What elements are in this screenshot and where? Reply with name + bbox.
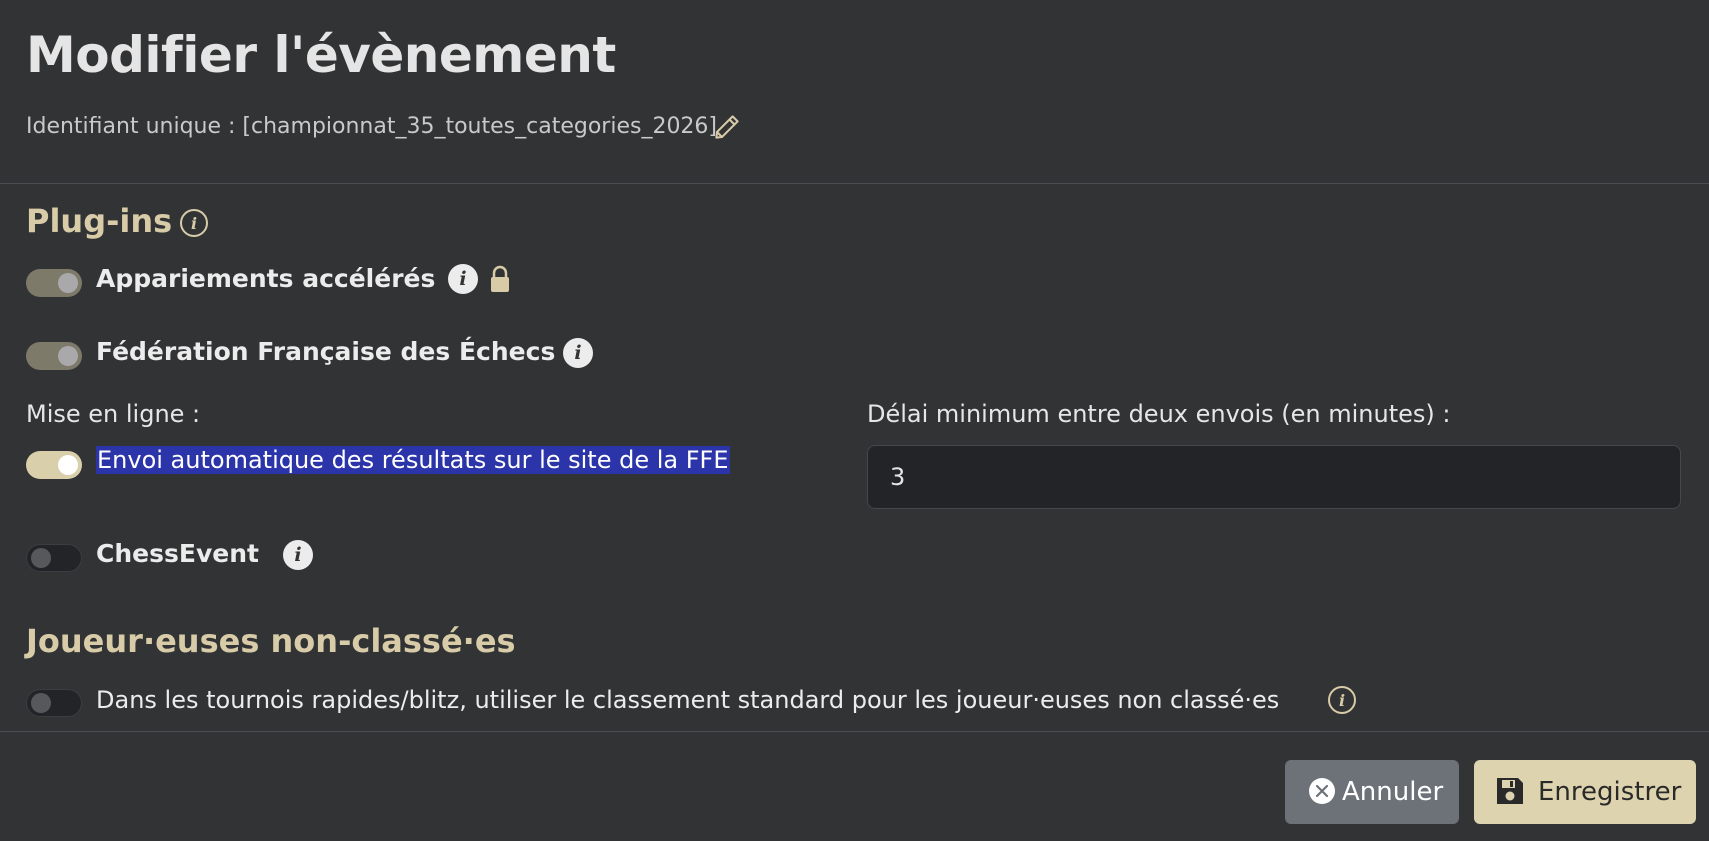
plugins-section-title: Plug-ins — [26, 202, 173, 240]
pencil-icon[interactable] — [712, 112, 742, 142]
chessevent-info-icon[interactable]: i — [283, 540, 313, 570]
toggle-knob — [31, 548, 51, 568]
save-button[interactable]: Enregistrer — [1474, 760, 1696, 824]
cancel-button-label: Annuler — [1342, 777, 1444, 807]
unrated-standard-rating-toggle[interactable] — [26, 689, 82, 717]
toggle-knob — [31, 693, 51, 713]
unrated-section-title: Joueur·euses non-classé·es — [26, 622, 516, 660]
plugins-info-icon[interactable]: i — [179, 208, 209, 238]
ffe-info-icon[interactable]: i — [563, 338, 593, 368]
auto-send-toggle[interactable] — [26, 451, 82, 479]
page-title: Modifier l'évènement — [26, 26, 616, 84]
upload-label: Mise en ligne : — [26, 400, 201, 428]
delay-label: Délai minimum entre deux envois (en minu… — [867, 400, 1451, 428]
chessevent-label: ChessEvent — [96, 539, 259, 568]
accelerated-pairings-label: Appariements accélérés — [96, 264, 436, 293]
chessevent-toggle[interactable] — [26, 544, 82, 572]
edit-event-page: Modifier l'évènement Identifiant unique … — [0, 0, 1709, 841]
unrated-option-label: Dans les tournois rapides/blitz, utilise… — [96, 686, 1280, 714]
toggle-knob — [58, 455, 78, 475]
svg-text:i: i — [1339, 691, 1345, 710]
accelerated-pairings-info-icon[interactable]: i — [448, 264, 478, 294]
auto-send-label-text: Envoi automatique des résultats sur le s… — [96, 446, 730, 474]
delay-input[interactable] — [867, 445, 1681, 509]
unrated-info-icon[interactable]: i — [1327, 685, 1357, 715]
accelerated-pairings-toggle[interactable] — [26, 269, 82, 297]
ffe-label: Fédération Française des Échecs — [96, 337, 556, 366]
save-button-label: Enregistrer — [1538, 777, 1682, 807]
page-header: Modifier l'évènement Identifiant unique … — [0, 0, 1709, 184]
toggle-knob — [58, 346, 78, 366]
svg-text:i: i — [191, 214, 197, 233]
cancel-button[interactable]: Annuler — [1285, 760, 1459, 824]
footer-divider — [0, 731, 1709, 732]
unique-id-label: Identifiant unique : [championnat_35_tou… — [26, 114, 718, 139]
toggle-knob — [58, 273, 78, 293]
auto-send-label: Envoi automatique des résultats sur le s… — [96, 446, 730, 474]
floppy-disk-icon — [1497, 778, 1523, 804]
ffe-toggle[interactable] — [26, 342, 82, 370]
close-circle-icon — [1309, 778, 1335, 804]
lock-icon — [491, 265, 509, 292]
